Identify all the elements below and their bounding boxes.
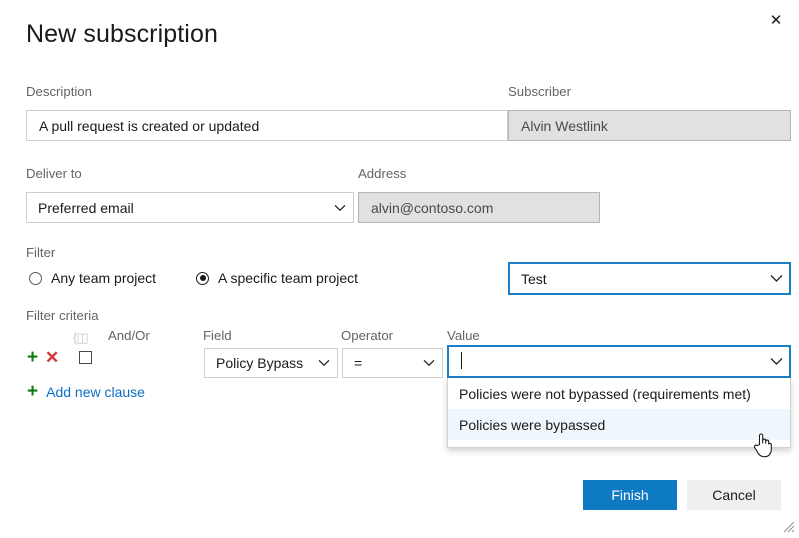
value-combobox[interactable] xyxy=(447,345,791,378)
group-clause-icon[interactable]: {◫ xyxy=(73,331,88,344)
deliver-to-value: Preferred email xyxy=(27,200,327,216)
finish-button[interactable]: Finish xyxy=(583,480,677,510)
chevron-down-icon xyxy=(327,204,353,212)
chevron-down-icon xyxy=(763,274,789,283)
value-text xyxy=(449,352,763,372)
add-new-clause-label: Add new clause xyxy=(46,384,145,400)
new-subscription-dialog: ✕ New subscription Description A pull re… xyxy=(0,0,799,536)
chevron-down-icon xyxy=(416,359,442,367)
cancel-button[interactable]: Cancel xyxy=(687,480,781,510)
text-caret xyxy=(461,352,462,369)
radio-specific-team-project-label: A specific team project xyxy=(218,270,358,286)
description-label: Description xyxy=(26,84,92,99)
chevron-down-icon[interactable] xyxy=(763,357,789,366)
dropdown-option[interactable]: Policies were bypassed xyxy=(448,409,790,440)
subscriber-label: Subscriber xyxy=(508,84,571,99)
description-value: A pull request is created or updated xyxy=(39,118,259,134)
clause-group-checkbox[interactable] xyxy=(79,351,92,364)
page-title: New subscription xyxy=(26,20,218,49)
team-project-value: Test xyxy=(510,271,763,287)
description-input[interactable]: A pull request is created or updated xyxy=(26,110,508,141)
radio-specific-team-project[interactable]: A specific team project xyxy=(196,270,358,286)
dropdown-option[interactable]: Policies were not bypassed (requirements… xyxy=(448,378,790,409)
value-dropdown-list: Policies were not bypassed (requirements… xyxy=(447,378,791,448)
add-clause-row-button[interactable]: + xyxy=(27,348,38,367)
chevron-down-icon xyxy=(311,359,337,367)
subscriber-field: Alvin Westlink xyxy=(508,110,791,141)
radio-mark-icon xyxy=(29,272,42,285)
close-icon[interactable]: ✕ xyxy=(761,6,791,34)
deliver-to-select[interactable]: Preferred email xyxy=(26,192,354,223)
filter-criteria-label: Filter criteria xyxy=(26,308,99,323)
resize-grip[interactable] xyxy=(782,520,795,533)
address-label: Address xyxy=(358,166,406,181)
column-header-field: Field xyxy=(203,328,232,343)
radio-mark-icon xyxy=(196,272,209,285)
radio-any-team-project[interactable]: Any team project xyxy=(29,270,156,286)
address-value: alvin@contoso.com xyxy=(371,200,493,216)
team-project-select[interactable]: Test xyxy=(508,262,791,295)
filter-label: Filter xyxy=(26,245,55,260)
field-value: Policy Bypass xyxy=(205,355,311,371)
column-header-operator: Operator xyxy=(341,328,393,343)
column-header-value: Value xyxy=(447,328,480,343)
operator-value: = xyxy=(343,355,416,371)
remove-clause-row-button[interactable]: ✕ xyxy=(45,349,59,366)
column-header-and-or: And/Or xyxy=(108,328,150,343)
operator-select[interactable]: = xyxy=(342,348,443,378)
address-field: alvin@contoso.com xyxy=(358,192,600,223)
subscriber-value: Alvin Westlink xyxy=(521,118,608,134)
add-new-clause-link[interactable]: + Add new clause xyxy=(27,382,145,401)
deliver-to-label: Deliver to xyxy=(26,166,82,181)
plus-icon: + xyxy=(27,382,38,401)
field-select[interactable]: Policy Bypass xyxy=(204,348,338,378)
radio-any-team-project-label: Any team project xyxy=(51,270,156,286)
